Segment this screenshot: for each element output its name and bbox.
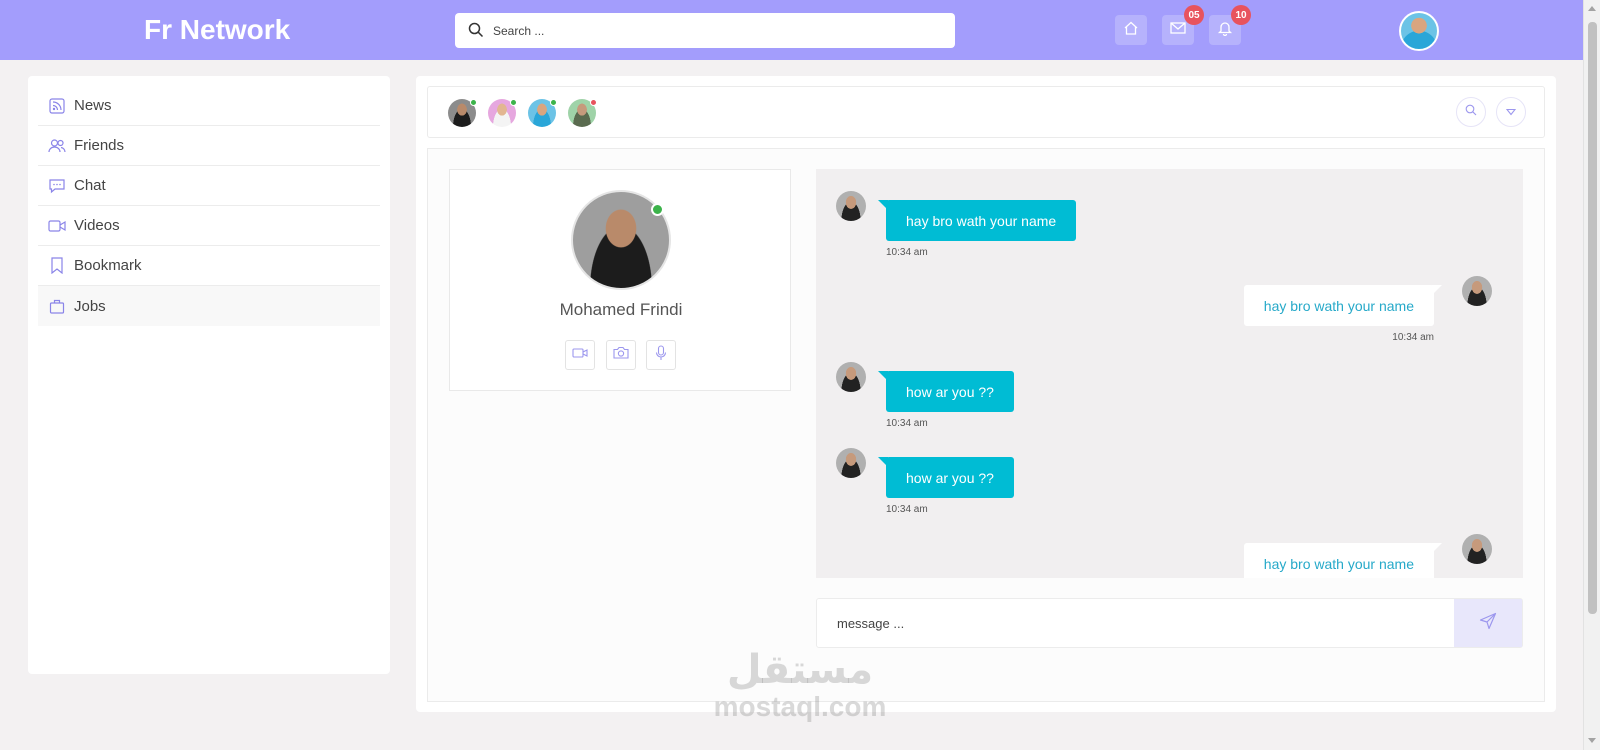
my-avatar [1462,534,1492,564]
sidebar-item-label: Videos [74,217,120,234]
video-icon [48,217,66,235]
users-icon [48,137,66,155]
sender-avatar [836,448,866,478]
scrollbar-thumb[interactable] [1588,22,1597,614]
online-status-dot [550,99,557,106]
messages-area: hay bro wath your name 10:34 am hay bro … [816,169,1523,578]
search-input[interactable] [493,13,943,48]
sidebar-item-videos[interactable]: Videos [38,206,380,246]
home-icon [1123,20,1139,41]
user-avatar[interactable] [1399,11,1439,51]
incoming-message: hay bro wath your name [877,200,1077,241]
profile-card: Mohamed Frindi [449,169,791,391]
video-icon [572,346,588,364]
sidebar-item-label: Friends [74,137,125,154]
top-navbar: Fr Network 05 10 [0,0,1583,60]
outgoing-message: hay bro wath your name [1243,543,1443,578]
sidebar-item-news[interactable]: News [38,86,380,126]
message-time: 10:34 am [886,247,928,258]
message-composer [816,598,1523,648]
message-input[interactable] [817,599,1454,647]
more-options-button[interactable] [1496,97,1526,127]
home-button[interactable] [1115,15,1147,45]
contact-avatar[interactable] [448,99,477,127]
watermark-latin: mostaql.com [713,691,887,722]
contact-avatar[interactable] [568,99,597,127]
offline-status-dot [590,99,597,106]
outgoing-message: hay bro wath your name [1243,285,1443,326]
sidebar-item-bookmark[interactable]: Bookmark [38,246,380,286]
notifications-count-badge: 10 [1231,5,1251,25]
rss-icon [48,97,66,115]
contacts-bar [427,86,1545,138]
sidebar-item-friends[interactable]: Friends [38,126,380,166]
profile-name: Mohamed Frindi [559,300,683,319]
briefcase-icon [48,297,66,315]
photo-button[interactable] [606,340,636,370]
message-time: 10:34 am [886,504,928,515]
search-chat-button[interactable] [1456,97,1486,127]
online-status-dot [651,203,664,216]
scroll-up-arrow[interactable] [1588,6,1596,11]
search-box [455,13,955,48]
chat-icon [48,177,66,195]
bookmark-icon [48,257,66,275]
video-call-button[interactable] [565,340,595,370]
sidebar-item-label: Chat [74,177,106,194]
sidebar: News Friends Chat Videos Bookmark Jobs [28,76,390,674]
sidebar-item-jobs[interactable]: Jobs [38,286,380,326]
send-icon [1479,612,1497,635]
search-icon [1465,103,1477,121]
sidebar-item-label: News [74,97,112,114]
incoming-message: how ar you ?? [878,371,1014,412]
send-button[interactable] [1454,599,1522,647]
my-avatar [1462,276,1492,306]
messages-count-badge: 05 [1184,5,1204,25]
contact-avatar[interactable] [488,99,517,127]
notifications-button[interactable]: 10 [1209,5,1251,45]
brand-logo[interactable]: Fr Network [144,14,290,46]
message-time: 10:34 am [1392,332,1434,343]
scroll-down-arrow[interactable] [1588,738,1596,743]
page-scrollbar[interactable] [1583,0,1600,750]
online-status-dot [510,99,517,106]
online-status-dot [470,99,477,106]
incoming-message: how ar you ?? [878,457,1014,498]
sidebar-item-chat[interactable]: Chat [38,166,380,206]
mail-icon [1170,21,1186,40]
voice-call-button[interactable] [646,340,676,370]
sender-avatar [836,362,866,392]
messages-button[interactable]: 05 [1162,5,1204,45]
search-icon [468,22,484,43]
watermark: مستقل mostaql.com [700,648,900,722]
sender-avatar [836,191,866,221]
message-time: 10:34 am [886,418,928,429]
chevron-down-icon [1505,103,1517,121]
watermark-arabic: مستقل [726,647,874,693]
contact-avatar[interactable] [528,99,557,127]
sidebar-item-label: Bookmark [74,257,142,274]
camera-icon [613,346,629,364]
bell-icon [1217,20,1233,41]
microphone-icon [655,344,667,366]
sidebar-item-label: Jobs [74,297,106,315]
